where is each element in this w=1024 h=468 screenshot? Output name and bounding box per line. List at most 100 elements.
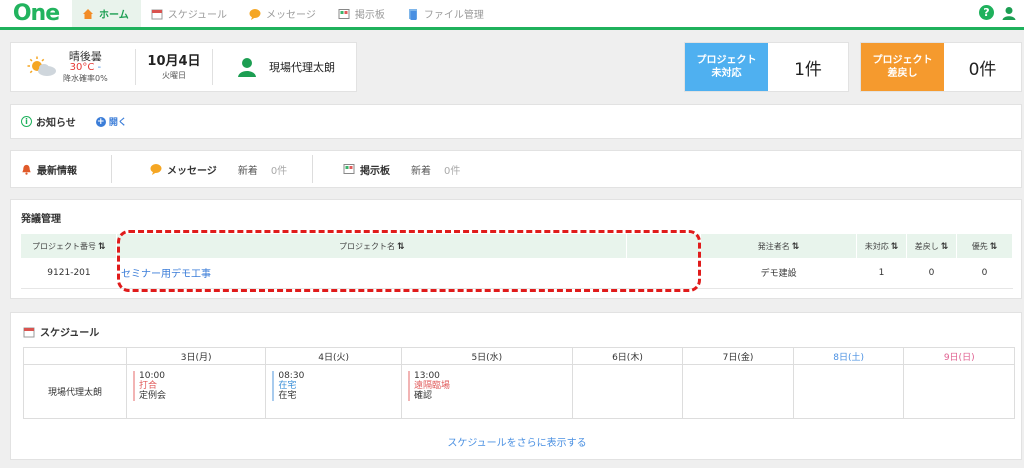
day-cell[interactable] — [903, 364, 1015, 419]
label-line2: 差戻し — [887, 68, 918, 79]
col-number[interactable]: プロジェクト番号 ⇅ — [21, 234, 118, 258]
nav-board-label: 掲示板 — [354, 10, 385, 21]
schedule-row: 現場代理太朗 10:00 打合 定例会 08:30 在宅 在宅 13:00 遠隔 — [23, 364, 1015, 419]
table-row[interactable]: 9121-201 セミナー用デモ工事 デモ建設 1 0 0 — [21, 258, 1013, 289]
sort-icon[interactable]: ⇅ — [990, 242, 998, 252]
day-header: 4日(火) — [265, 347, 402, 365]
sort-icon[interactable]: ⇅ — [891, 242, 899, 252]
nav-message[interactable]: メッセージ — [239, 0, 328, 27]
table-header: プロジェクト番号 ⇅ プロジェクト名 ⇅ 発注者名 ⇅ 未対応 ⇅ 差戻し ⇅ 優先 ⇅ — [21, 234, 1014, 258]
latest-message-label: メッセージ — [167, 165, 217, 177]
day-header: 6日(木) — [571, 347, 684, 365]
col-label: 未対応 — [864, 241, 889, 251]
day-cell[interactable] — [792, 364, 905, 419]
day-cell[interactable]: 10:00 打合 定例会 — [125, 364, 267, 419]
notice-open-button[interactable]: + 開く — [95, 115, 127, 128]
sort-icon[interactable]: ⇅ — [941, 242, 949, 252]
latest-title: 最新情報 — [37, 165, 77, 177]
project-returned-card[interactable]: プロジェクト 差戻し 0件 — [860, 42, 1022, 92]
notice-open-label: 開く — [108, 118, 127, 128]
col-priority[interactable]: 優先 ⇅ — [956, 234, 1014, 258]
schedule-title: スケジュール — [40, 328, 100, 339]
event-title: 在宅 — [278, 391, 297, 401]
board-icon — [343, 164, 355, 174]
schedule-corner — [23, 347, 127, 365]
latest-message[interactable]: メッセージ 新着 0件 — [112, 162, 312, 177]
weather-rain: 降水確率0% — [63, 73, 108, 83]
day-cell[interactable] — [571, 364, 684, 419]
nav-board[interactable]: 掲示板 — [328, 0, 397, 27]
bell-icon — [22, 164, 31, 175]
col-unhandled[interactable]: 未対応 ⇅ — [856, 234, 907, 258]
latest-board-label: 掲示板 — [360, 165, 390, 177]
day-cell[interactable] — [682, 364, 794, 419]
event-time: 13:00 — [413, 371, 440, 381]
sort-icon[interactable]: ⇅ — [397, 242, 405, 252]
app-logo[interactable]: One — [0, 0, 72, 27]
day-header: 9日(日) — [903, 347, 1015, 365]
project-unhandled-card[interactable]: プロジェクト 未対応 1件 — [684, 42, 849, 92]
nav-home-label: ホーム — [99, 10, 129, 21]
latest-message-count: 0件 — [270, 165, 288, 177]
date-day: 10月4日 — [147, 53, 201, 69]
project-unhandled-label: プロジェクト 未対応 — [685, 43, 768, 91]
col-label: プロジェクト番号 — [31, 241, 96, 251]
schedule-event[interactable]: 13:00 遠隔臨場 確認 — [407, 371, 572, 401]
label-line2: 未対応 — [711, 68, 742, 79]
file-icon — [408, 8, 417, 20]
day-cell[interactable]: 13:00 遠隔臨場 確認 — [400, 364, 573, 419]
sort-icon[interactable]: ⇅ — [792, 242, 800, 252]
day-cell[interactable]: 08:30 在宅 在宅 — [265, 364, 402, 419]
day-header: 3日(月) — [125, 347, 267, 365]
event-tag: 在宅 — [278, 381, 297, 391]
nav-schedule[interactable]: スケジュール — [141, 0, 239, 27]
col-label: プロジェクト名 — [339, 241, 396, 251]
home-icon — [83, 8, 93, 19]
nav-schedule-label: スケジュール — [167, 10, 228, 21]
schedule-person: 現場代理太朗 — [23, 364, 127, 419]
nav-files[interactable]: ファイル管理 — [397, 0, 496, 27]
schedule-event[interactable]: 08:30 在宅 在宅 — [272, 371, 401, 401]
event-time: 10:00 — [139, 371, 165, 381]
schedule-more-link[interactable]: スケジュールをさらに表示する — [11, 434, 1023, 449]
user-panel: 現場代理太朗 — [213, 57, 356, 77]
help-icon[interactable]: ? — [979, 5, 994, 20]
plus-icon: + — [95, 116, 106, 127]
orders-title: 発議管理 — [21, 214, 61, 225]
event-time: 08:30 — [278, 371, 305, 381]
latest-board-count: 0件 — [444, 165, 461, 177]
col-label: 優先 — [971, 241, 988, 251]
sun-cloud-icon — [27, 56, 56, 76]
calendar-icon — [23, 327, 35, 337]
schedule-header: 3日(月) 4日(火) 5日(水) 6日(木) 7日(金) 8日(土) 9日(日… — [23, 347, 1015, 365]
col-label: 差戻し — [914, 241, 939, 251]
nav-message-label: メッセージ — [266, 10, 316, 21]
event-title: 確認 — [413, 391, 432, 401]
weather-temp-min: - — [97, 61, 102, 73]
user-icon[interactable] — [1002, 6, 1016, 20]
weather-temp: 30°C — [69, 61, 95, 73]
sort-icon[interactable]: ⇅ — [98, 242, 106, 252]
weather-panel: 晴後曇 30°C - 降水確率0% — [11, 51, 135, 84]
label-line1: プロジェクト — [696, 55, 757, 66]
schedule-panel: スケジュール 3日(月) 4日(火) 5日(水) 6日(木) 7日(金) 8日(… — [10, 312, 1022, 460]
latest-message-new: 新着 — [237, 165, 258, 177]
event-tag: 打合 — [139, 381, 158, 391]
day-header: 8日(土) — [792, 347, 905, 365]
nav-files-label: ファイル管理 — [423, 10, 484, 21]
latest-board[interactable]: 掲示板 新着 0件 — [313, 162, 460, 177]
latest-board-new: 新着 — [411, 165, 431, 177]
schedule-event[interactable]: 10:00 打合 定例会 — [133, 371, 265, 401]
nav-home[interactable]: ホーム — [72, 0, 141, 27]
latest-bar: 最新情報 メッセージ 新着 0件 掲示板 新着 0件 — [10, 150, 1022, 188]
col-returned[interactable]: 差戻し ⇅ — [906, 234, 957, 258]
event-title: 定例会 — [139, 391, 167, 401]
person-icon — [238, 58, 256, 77]
project-unhandled-count: 1件 — [794, 59, 822, 80]
row-project-link[interactable]: セミナー用デモ工事 — [116, 258, 627, 289]
calendar-icon — [151, 9, 163, 19]
col-client[interactable]: 発注者名 ⇅ — [700, 234, 858, 258]
day-header: 5日(水) — [400, 347, 573, 365]
top-nav: One ホーム スケジュール メッセージ 掲示板 ファイル管理 ? — [0, 0, 1024, 30]
col-name[interactable]: プロジェクト名 ⇅ — [116, 234, 628, 258]
